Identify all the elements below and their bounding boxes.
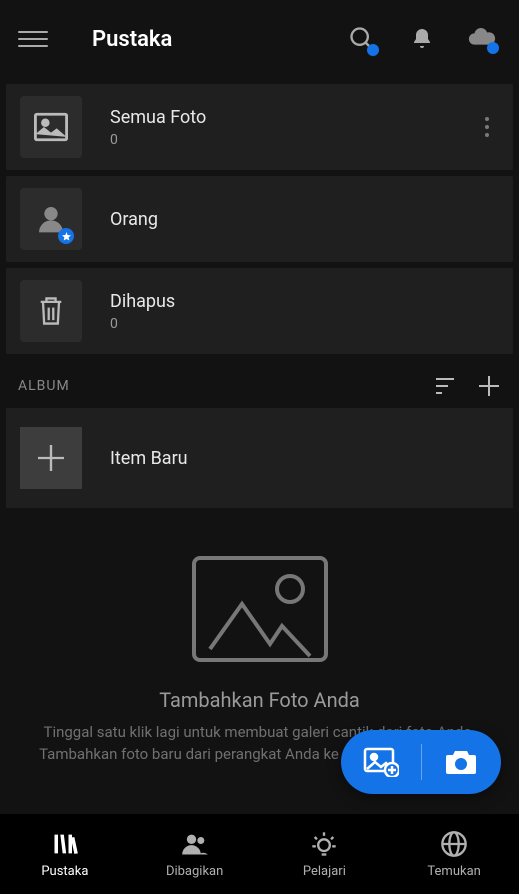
item-title: Item Baru xyxy=(110,448,188,469)
person-icon xyxy=(20,188,82,250)
globe-icon xyxy=(440,830,468,858)
bottom-nav: Pustaka Dibagikan Pelajari Temukan xyxy=(0,814,519,894)
nav-label: Dibagikan xyxy=(166,864,223,879)
sort-icon[interactable] xyxy=(435,374,459,398)
item-title: Orang xyxy=(110,209,499,230)
item-count: 0 xyxy=(110,316,499,332)
placeholder-image-icon xyxy=(190,554,330,664)
all-photos-item[interactable]: Semua Foto 0 xyxy=(6,84,513,170)
lightbulb-icon xyxy=(310,830,338,858)
section-label: ALBUM xyxy=(18,378,417,394)
people-icon xyxy=(181,830,209,858)
new-album-item[interactable]: Item Baru xyxy=(6,408,513,508)
nav-library[interactable]: Pustaka xyxy=(0,814,130,894)
deleted-item[interactable]: Dihapus 0 xyxy=(6,268,513,354)
app-header: Pustaka xyxy=(0,0,519,78)
nav-label: Pelajari xyxy=(303,864,346,879)
empty-title: Tambahkan Foto Anda xyxy=(20,688,499,712)
people-item[interactable]: Orang xyxy=(6,176,513,262)
image-icon xyxy=(20,96,82,158)
search-icon[interactable] xyxy=(347,24,377,54)
add-album-icon[interactable] xyxy=(477,374,501,398)
add-photo-fab[interactable] xyxy=(341,730,501,794)
library-list: Semua Foto 0 Orang Dihapus 0 xyxy=(0,78,519,360)
menu-icon[interactable] xyxy=(18,24,48,54)
page-title: Pustaka xyxy=(92,27,335,52)
item-count: 0 xyxy=(110,132,475,148)
nav-discover[interactable]: Temukan xyxy=(389,814,519,894)
trash-icon xyxy=(20,280,82,342)
item-title: Semua Foto xyxy=(110,107,475,128)
nav-learn[interactable]: Pelajari xyxy=(260,814,390,894)
album-section-header: ALBUM xyxy=(0,360,519,408)
nav-shared[interactable]: Dibagikan xyxy=(130,814,260,894)
nav-label: Temukan xyxy=(427,864,480,879)
nav-label: Pustaka xyxy=(41,864,88,879)
item-title: Dihapus xyxy=(110,291,499,312)
add-from-gallery-button[interactable] xyxy=(341,730,421,794)
plus-icon xyxy=(20,427,82,489)
camera-button[interactable] xyxy=(422,730,502,794)
cloud-icon[interactable] xyxy=(467,24,497,54)
bell-icon[interactable] xyxy=(407,24,437,54)
more-icon[interactable] xyxy=(475,117,499,137)
library-icon xyxy=(51,830,79,858)
